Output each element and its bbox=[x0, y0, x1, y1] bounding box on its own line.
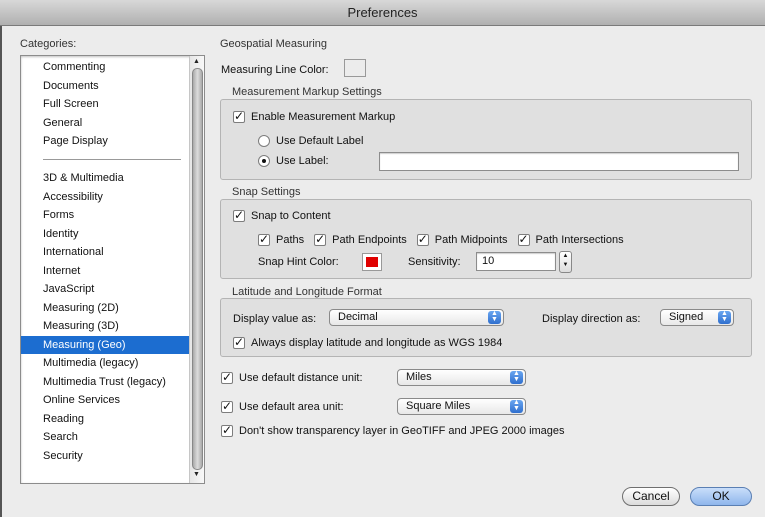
area-unit-label[interactable]: Use default area unit: bbox=[239, 401, 344, 413]
markup-header: Measurement Markup Settings bbox=[232, 86, 382, 98]
wgs-checkbox[interactable] bbox=[233, 335, 245, 349]
path-intersections-label[interactable]: Path Intersections bbox=[536, 234, 624, 246]
area-unit-row[interactable]: Use default area unit: bbox=[221, 399, 344, 415]
category-item[interactable]: Identity bbox=[21, 225, 189, 243]
distance-unit-row[interactable]: Use default distance unit: bbox=[221, 370, 363, 386]
display-value-label: Display value as: bbox=[233, 313, 317, 325]
scroll-thumb[interactable] bbox=[192, 68, 203, 470]
use-label-row[interactable]: Use Label: bbox=[258, 153, 329, 169]
path-intersections-checkbox[interactable] bbox=[517, 232, 530, 246]
wgs-row[interactable]: Always display latitude and longitude as… bbox=[233, 335, 502, 351]
select-arrows-icon: ▲ ▼ bbox=[488, 310, 501, 324]
category-divider bbox=[43, 159, 181, 160]
categories-label: Categories: bbox=[20, 38, 77, 50]
category-item[interactable]: 3D & Multimedia bbox=[21, 169, 189, 187]
category-item[interactable]: Accessibility bbox=[21, 188, 189, 206]
direction-row: Display direction as: bbox=[542, 311, 640, 327]
cancel-button[interactable]: Cancel bbox=[622, 487, 680, 506]
window-edge bbox=[0, 26, 2, 517]
direction-label: Display direction as: bbox=[542, 313, 641, 325]
category-item[interactable]: Forms bbox=[21, 206, 189, 224]
select-arrows-icon: ▲ ▼ bbox=[510, 370, 523, 384]
distance-unit-label[interactable]: Use default distance unit: bbox=[239, 372, 363, 384]
direction-select[interactable]: Signed ▲ ▼ bbox=[660, 309, 734, 326]
hint-color-swatch[interactable] bbox=[362, 253, 382, 271]
snap-content-label[interactable]: Snap to Content bbox=[251, 210, 331, 222]
category-item[interactable]: Reading bbox=[21, 410, 189, 428]
scroll-up-icon[interactable]: ▲ bbox=[193, 58, 200, 66]
snap-header: Snap Settings bbox=[232, 186, 301, 198]
scroll-down-icon[interactable]: ▼ bbox=[193, 471, 200, 479]
category-list[interactable]: Commenting Documents Full Screen General Pag… bbox=[20, 55, 205, 484]
default-label-row[interactable]: Use Default Label bbox=[258, 133, 363, 149]
ok-button[interactable]: OK bbox=[690, 487, 752, 506]
category-item[interactable]: Measuring (3D) bbox=[21, 317, 189, 335]
enable-markup-checkbox[interactable] bbox=[233, 109, 245, 123]
hint-color-fill bbox=[366, 257, 378, 267]
wgs-label[interactable]: Always display latitude and longitude as… bbox=[251, 337, 502, 349]
default-label-radio[interactable] bbox=[258, 135, 270, 147]
distance-unit-selected: Miles bbox=[406, 371, 432, 383]
category-item[interactable]: Measuring (2D) bbox=[21, 299, 189, 317]
direction-selected: Signed bbox=[669, 311, 704, 323]
transparency-label[interactable]: Don't show transparency layer in GeoTIFF… bbox=[239, 425, 565, 437]
enable-markup-label[interactable]: Enable Measurement Markup bbox=[251, 111, 395, 123]
category-item[interactable]: Search bbox=[21, 428, 189, 446]
category-item[interactable]: Multimedia Trust (legacy) bbox=[21, 373, 189, 391]
category-scrollbar[interactable]: ▲ ▼ bbox=[189, 56, 204, 483]
category-item[interactable]: Internet bbox=[21, 262, 189, 280]
category-item[interactable]: JavaScript bbox=[21, 280, 189, 298]
select-arrows-icon: ▲ ▼ bbox=[510, 399, 523, 413]
category-item[interactable]: Commenting bbox=[21, 58, 189, 76]
distance-unit-select[interactable]: Miles ▲ ▼ bbox=[397, 369, 526, 386]
category-item[interactable]: Security bbox=[21, 447, 189, 465]
window-title: Preferences bbox=[347, 5, 418, 20]
path-endpoints-label[interactable]: Path Endpoints bbox=[332, 234, 407, 246]
enable-markup-row[interactable]: Enable Measurement Markup bbox=[233, 109, 395, 125]
use-label-text[interactable]: Use Label: bbox=[276, 155, 329, 167]
category-item[interactable]: Page Display bbox=[21, 132, 189, 150]
area-unit-checkbox[interactable] bbox=[221, 399, 233, 413]
category-item[interactable]: Documents bbox=[21, 77, 189, 95]
paths-checkbox[interactable] bbox=[258, 232, 270, 246]
line-color-swatch[interactable] bbox=[344, 59, 366, 77]
sensitivity-stepper[interactable]: ▲ ▼ bbox=[559, 251, 572, 273]
transparency-row[interactable]: Don't show transparency layer in GeoTIFF… bbox=[221, 423, 565, 439]
snap-options-row: Paths Path Endpoints Path Midpoints Path… bbox=[258, 232, 624, 248]
panel-title: Geospatial Measuring bbox=[220, 38, 328, 50]
title-bar[interactable]: Preferences bbox=[0, 0, 765, 26]
category-item[interactable]: Full Screen bbox=[21, 95, 189, 113]
line-color-label: Measuring Line Color: bbox=[221, 64, 329, 76]
default-label-text[interactable]: Use Default Label bbox=[276, 135, 363, 147]
distance-unit-checkbox[interactable] bbox=[221, 370, 233, 384]
sensitivity-label: Sensitivity: bbox=[408, 256, 461, 268]
transparency-checkbox[interactable] bbox=[221, 423, 233, 437]
paths-label[interactable]: Paths bbox=[276, 234, 304, 246]
category-item[interactable]: Multimedia (legacy) bbox=[21, 354, 189, 372]
display-value-row: Display value as: bbox=[233, 311, 316, 327]
display-value-select[interactable]: Decimal ▲ ▼ bbox=[329, 309, 504, 326]
area-unit-select[interactable]: Square Miles ▲ ▼ bbox=[397, 398, 526, 415]
hint-color-row: Snap Hint Color: bbox=[258, 254, 339, 270]
hint-color-label: Snap Hint Color: bbox=[258, 256, 339, 268]
label-input[interactable] bbox=[379, 152, 739, 171]
snap-content-row[interactable]: Snap to Content bbox=[233, 208, 331, 224]
category-item[interactable]: General bbox=[21, 114, 189, 132]
path-endpoints-checkbox[interactable] bbox=[314, 232, 327, 246]
display-value-selected: Decimal bbox=[338, 311, 378, 323]
select-arrows-icon: ▲ ▼ bbox=[718, 310, 731, 324]
sensitivity-input[interactable]: 10 bbox=[476, 252, 556, 271]
path-midpoints-label[interactable]: Path Midpoints bbox=[435, 234, 508, 246]
use-label-radio[interactable] bbox=[258, 155, 270, 167]
category-item[interactable]: International bbox=[21, 243, 189, 261]
latlong-header: Latitude and Longitude Format bbox=[232, 286, 382, 298]
category-item[interactable]: Online Services bbox=[21, 391, 189, 409]
line-color-row: Measuring Line Color: bbox=[221, 62, 329, 78]
area-unit-selected: Square Miles bbox=[406, 400, 471, 412]
sensitivity-row: Sensitivity: bbox=[408, 254, 461, 270]
path-midpoints-checkbox[interactable] bbox=[416, 232, 429, 246]
category-item-selected[interactable]: Measuring (Geo) bbox=[21, 335, 189, 354]
snap-content-checkbox[interactable] bbox=[233, 208, 245, 222]
